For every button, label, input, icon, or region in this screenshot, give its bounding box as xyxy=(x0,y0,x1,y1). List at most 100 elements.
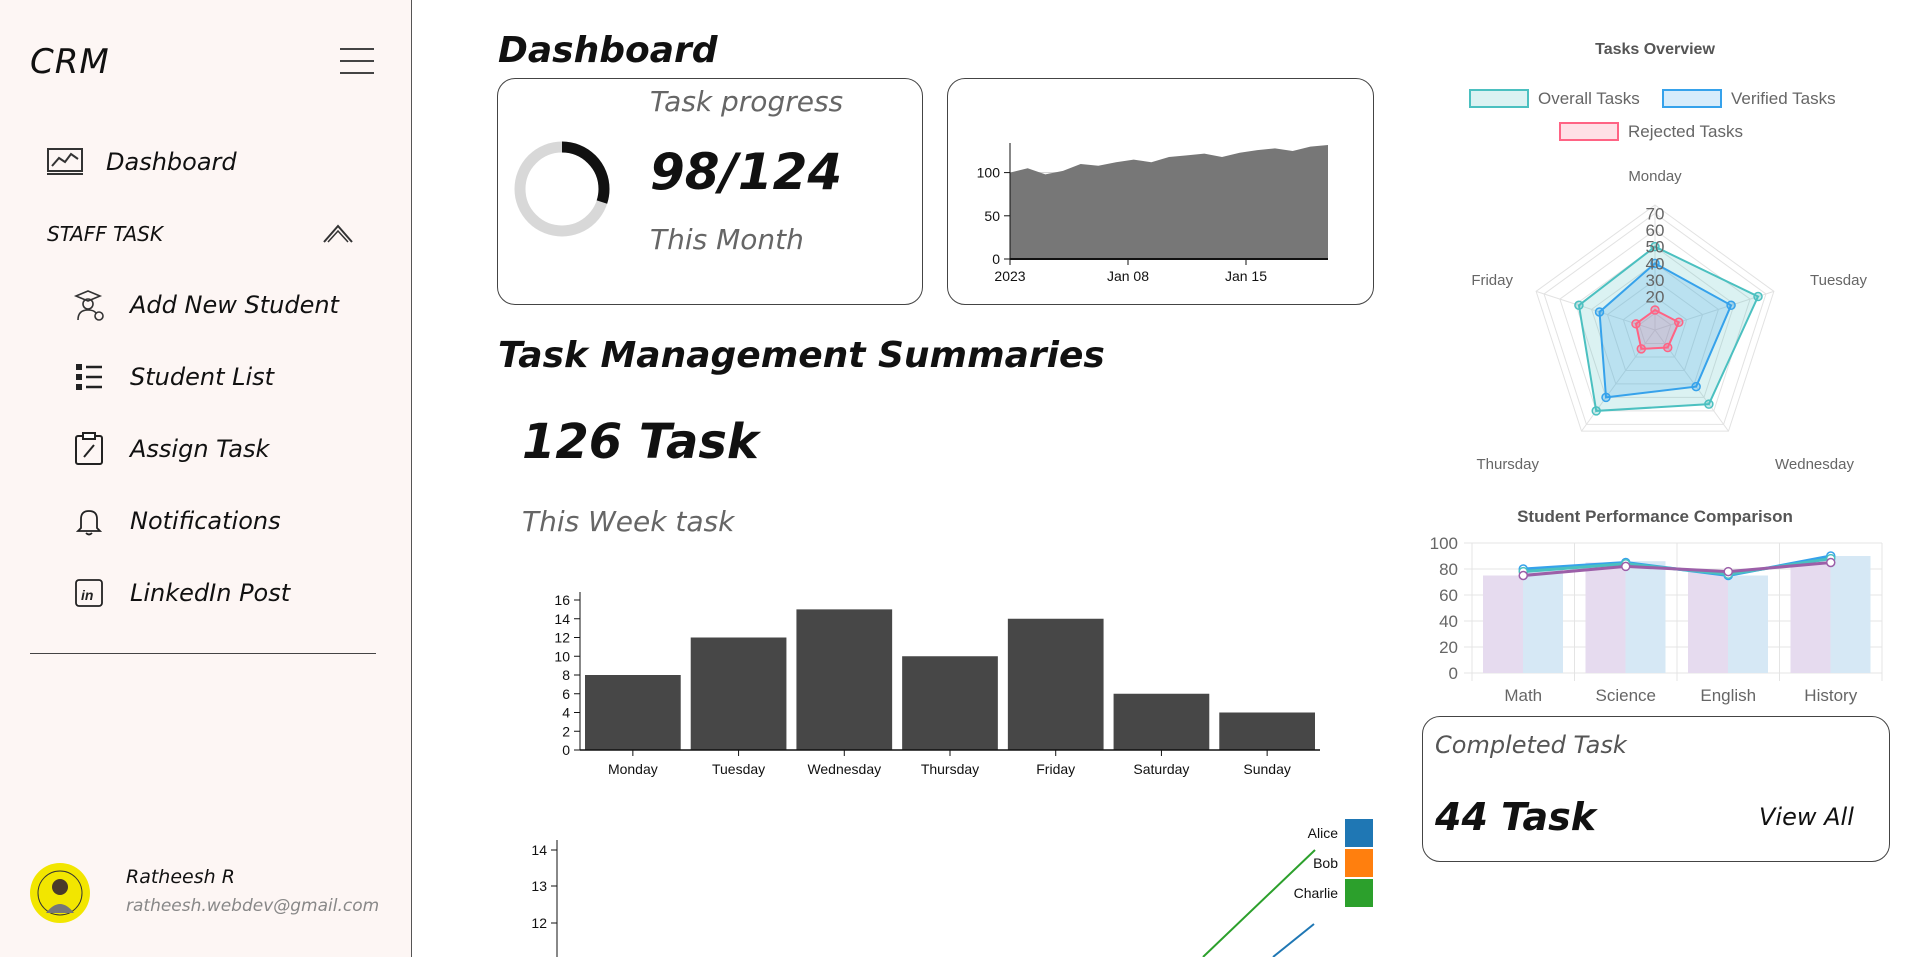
y-tick-label: 0 xyxy=(562,742,570,758)
x-tick-label: Sunday xyxy=(1243,761,1290,777)
sidebar-item-assign-task[interactable]: Assign Task xyxy=(70,430,269,468)
bar xyxy=(1113,693,1210,750)
radar-point xyxy=(1704,399,1714,409)
x-tick-label: Wednesday xyxy=(807,761,881,777)
completed-label: Completed Task xyxy=(1435,731,1627,759)
sidebar-item-label: Assign Task xyxy=(130,435,270,463)
user-name: Ratheesh R xyxy=(126,866,235,888)
line-point xyxy=(1723,566,1733,577)
clipboard-icon xyxy=(70,430,108,468)
radar-point xyxy=(1636,344,1647,354)
avatar[interactable] xyxy=(30,863,90,923)
category-label: Monday xyxy=(1628,168,1682,185)
sidebar-item-add-student[interactable]: Add New Student xyxy=(70,286,339,324)
radar-point xyxy=(1753,291,1763,302)
tasks-overview-radar: Tasks Overview Overall Tasks Verified Task… xyxy=(1469,41,1867,473)
chevron-up-icon[interactable] xyxy=(322,220,354,250)
bar xyxy=(1585,562,1626,673)
x-tick-label: History xyxy=(1804,686,1857,705)
y-tick-label: 12 xyxy=(554,630,570,646)
week-task-label: This Week task xyxy=(522,505,735,538)
chart-icon xyxy=(46,143,84,181)
x-tick-label: Thursday xyxy=(921,761,979,777)
radar-point xyxy=(1594,307,1605,317)
y-tick-label: 4 xyxy=(562,705,570,721)
legend-swatch xyxy=(1345,849,1373,877)
radar-point xyxy=(1591,406,1601,416)
y-tick-label: 6 xyxy=(562,686,570,702)
sidebar-item-notifications[interactable]: Notifications xyxy=(70,502,281,540)
sidebar-item-linkedin-post[interactable]: in LinkedIn Post xyxy=(70,574,290,612)
r-tick-label: 20 xyxy=(1646,288,1665,307)
legend-swatch xyxy=(1345,819,1373,847)
x-tick-label: Jan 08 xyxy=(1107,268,1149,284)
sidebar-item-label: Add New Student xyxy=(130,291,339,319)
week-task-count: 126 Task xyxy=(522,414,759,470)
task-progress-card: Task progress 98/124 This Month xyxy=(497,78,923,305)
r-tick-label: 40 xyxy=(1646,254,1665,273)
bar xyxy=(1728,575,1768,673)
completed-value: 44 Task xyxy=(1435,795,1597,839)
completed-task-card: Completed Task 44 Task View All xyxy=(1422,716,1890,862)
y-tick-label: 16 xyxy=(554,592,570,608)
sidebar-item-dashboard[interactable]: Dashboard xyxy=(46,143,237,181)
y-tick-label: 50 xyxy=(984,208,1000,224)
bar xyxy=(1483,575,1523,673)
sidebar-divider xyxy=(30,653,376,654)
radar-point xyxy=(1631,319,1641,329)
x-tick-label: Science xyxy=(1596,686,1656,705)
category-label: Wednesday xyxy=(1775,456,1854,473)
y-tick-label: 13 xyxy=(531,878,547,894)
section-label: STAFF TASK xyxy=(47,222,163,246)
y-tick-label: 12 xyxy=(531,915,547,931)
area-chart-card: 0 50 100 2023 Jan 08 Jan 15 xyxy=(947,78,1374,305)
list-icon xyxy=(70,358,108,396)
chart-title: Tasks Overview xyxy=(1595,41,1715,58)
menu-toggle-icon[interactable] xyxy=(340,48,374,76)
student-line-chart: 12 13 14 Alice Bob Charlie xyxy=(531,819,1373,957)
legend-swatch xyxy=(1662,89,1722,108)
bar xyxy=(1830,556,1871,673)
category-label: Friday xyxy=(1471,272,1513,289)
series-line-charlie xyxy=(1202,849,1316,957)
bell-icon xyxy=(70,502,108,540)
legend-label: Bob xyxy=(1313,855,1338,871)
line-point xyxy=(1621,561,1631,572)
bar xyxy=(796,609,893,750)
legend-label: Rejected Tasks xyxy=(1628,122,1743,141)
svg-text:in: in xyxy=(81,587,93,603)
sidebar-item-student-list[interactable]: Student List xyxy=(70,358,274,396)
bar xyxy=(1007,618,1104,750)
view-all-link[interactable]: View All xyxy=(1759,803,1854,831)
x-tick-label: 2023 xyxy=(994,268,1025,284)
radar-point xyxy=(1650,305,1660,315)
y-tick-label: 20 xyxy=(1439,638,1458,657)
radar-point xyxy=(1691,381,1701,392)
x-tick-label: Saturday xyxy=(1133,761,1189,777)
y-tick-label: 100 xyxy=(1430,534,1458,553)
r-tick-label: 70 xyxy=(1646,204,1665,223)
y-tick-label: 60 xyxy=(1439,586,1458,605)
x-tick-label: English xyxy=(1700,686,1756,705)
progress-label: Task progress xyxy=(650,85,844,118)
legend-swatch xyxy=(1345,879,1373,907)
progress-period: This Month xyxy=(650,223,804,256)
linkedin-icon: in xyxy=(70,574,108,612)
legend-label: Overall Tasks xyxy=(1538,89,1640,108)
r-tick-label: 30 xyxy=(1646,271,1665,290)
radar-point xyxy=(1601,392,1611,403)
student-add-icon xyxy=(70,286,108,324)
radar-point xyxy=(1726,300,1736,311)
radar-point xyxy=(1674,317,1684,328)
y-tick-label: 14 xyxy=(554,611,570,627)
y-tick-label: 0 xyxy=(992,251,1000,267)
r-tick-label: 60 xyxy=(1646,221,1665,240)
bar xyxy=(1688,571,1728,673)
category-label: Tuesday xyxy=(1810,272,1867,289)
sidebar-item-label: Dashboard xyxy=(106,148,237,176)
y-tick-label: 2 xyxy=(562,723,570,739)
area-chart: 0 50 100 2023 Jan 08 Jan 15 xyxy=(977,143,1328,284)
user-email: ratheesh.webdev@gmail.com xyxy=(126,896,380,916)
chart-title: Student Performance Comparison xyxy=(1517,507,1793,526)
legend-swatch xyxy=(1469,89,1529,108)
